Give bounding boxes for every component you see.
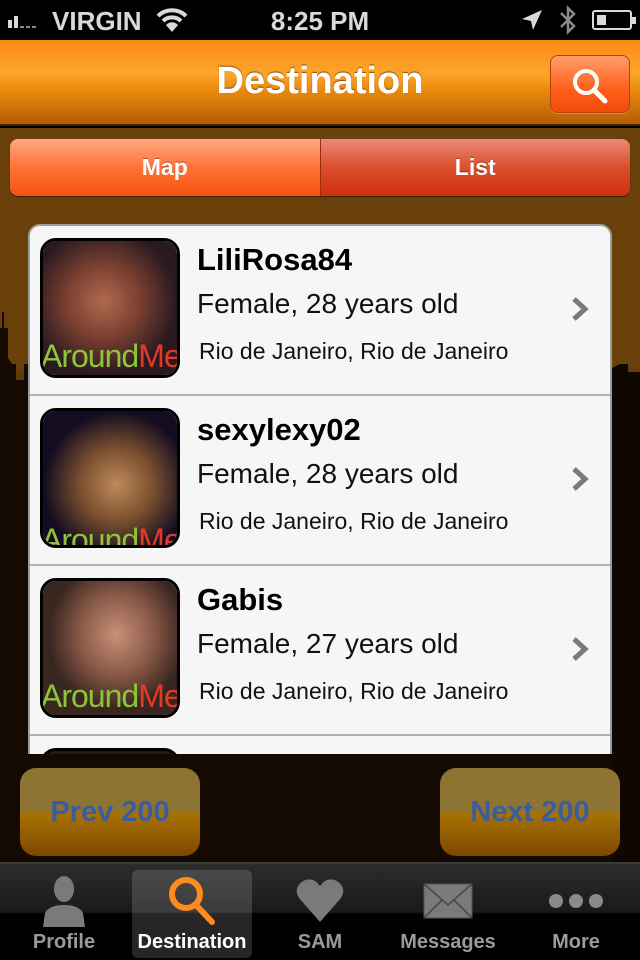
battery-level: [597, 15, 606, 25]
tab-messages[interactable]: Messages: [388, 870, 508, 958]
person-icon: [43, 876, 85, 927]
page-title: Destination: [216, 60, 424, 102]
tab-more[interactable]: More: [516, 870, 636, 958]
bluetooth-icon: [560, 4, 576, 36]
tab-label: More: [552, 931, 600, 953]
ellipsis-icon: [549, 894, 603, 908]
tab-destination[interactable]: Destination: [132, 870, 252, 958]
tab-bar: Profile Destination SAM Messages More: [0, 862, 640, 960]
envelope-icon: [423, 883, 473, 919]
user-list-item[interactable]: AroundMe Gabis Female, 27 years old Rio …: [30, 566, 610, 736]
username: LiliRosa84: [197, 242, 353, 277]
user-location: Rio de Janeiro, Rio de Janeiro: [199, 678, 509, 704]
segment-list[interactable]: List: [320, 139, 630, 196]
tab-profile[interactable]: Profile: [4, 870, 124, 958]
username: sexylexy02: [197, 412, 361, 447]
user-details: Female, 27 years old: [197, 628, 459, 659]
magnifier-icon: [573, 69, 608, 104]
tab-label: Messages: [400, 931, 496, 953]
username: Gabis: [197, 582, 284, 617]
avatar: AroundMe: [40, 238, 180, 378]
avatar: [40, 748, 180, 754]
segment-map[interactable]: Map: [10, 139, 321, 196]
user-list: AroundMe LiliRosa84 Female, 28 years old…: [28, 224, 612, 754]
tab-sam[interactable]: SAM: [260, 870, 380, 958]
status-bar: VIRGIN 8:25 PM: [0, 0, 640, 40]
avatar: AroundMe: [40, 578, 180, 718]
tab-label: SAM: [297, 931, 343, 953]
user-details: Female, 28 years old: [197, 458, 459, 489]
chevron-right-icon: [572, 637, 589, 661]
heart-icon: [296, 879, 344, 922]
navigation-bar: Destination: [0, 40, 640, 126]
user-location: Rio de Janeiro, Rio de Janeiro: [199, 338, 509, 364]
avatar-watermark: AroundMe: [41, 338, 180, 374]
avatar: AroundMe: [40, 408, 180, 548]
prev-200-button[interactable]: Prev 200: [20, 768, 200, 856]
tab-label: Profile: [32, 931, 96, 953]
next-200-button[interactable]: Next 200: [440, 768, 620, 856]
user-list-item[interactable]: AroundMe sexylexy02 Female, 28 years old…: [30, 396, 610, 566]
tab-label: Destination: [137, 931, 247, 953]
user-location: Rio de Janeiro, Rio de Janeiro: [199, 508, 509, 534]
avatar-watermark: AroundMe: [41, 522, 180, 548]
search-button[interactable]: [550, 55, 630, 113]
magnifier-icon: [169, 877, 215, 925]
status-time: 8:25 PM: [270, 6, 370, 36]
user-list-item-partial[interactable]: [30, 736, 610, 754]
chevron-right-icon: [572, 467, 589, 491]
chevron-right-icon: [572, 297, 589, 321]
view-segmented-control: Map List: [10, 139, 630, 196]
user-list-item[interactable]: AroundMe LiliRosa84 Female, 28 years old…: [30, 226, 610, 396]
battery-icon: [592, 10, 636, 30]
location-arrow-icon: [522, 10, 542, 30]
user-details: Female, 28 years old: [197, 288, 459, 319]
avatar-watermark: AroundMe: [41, 678, 180, 714]
